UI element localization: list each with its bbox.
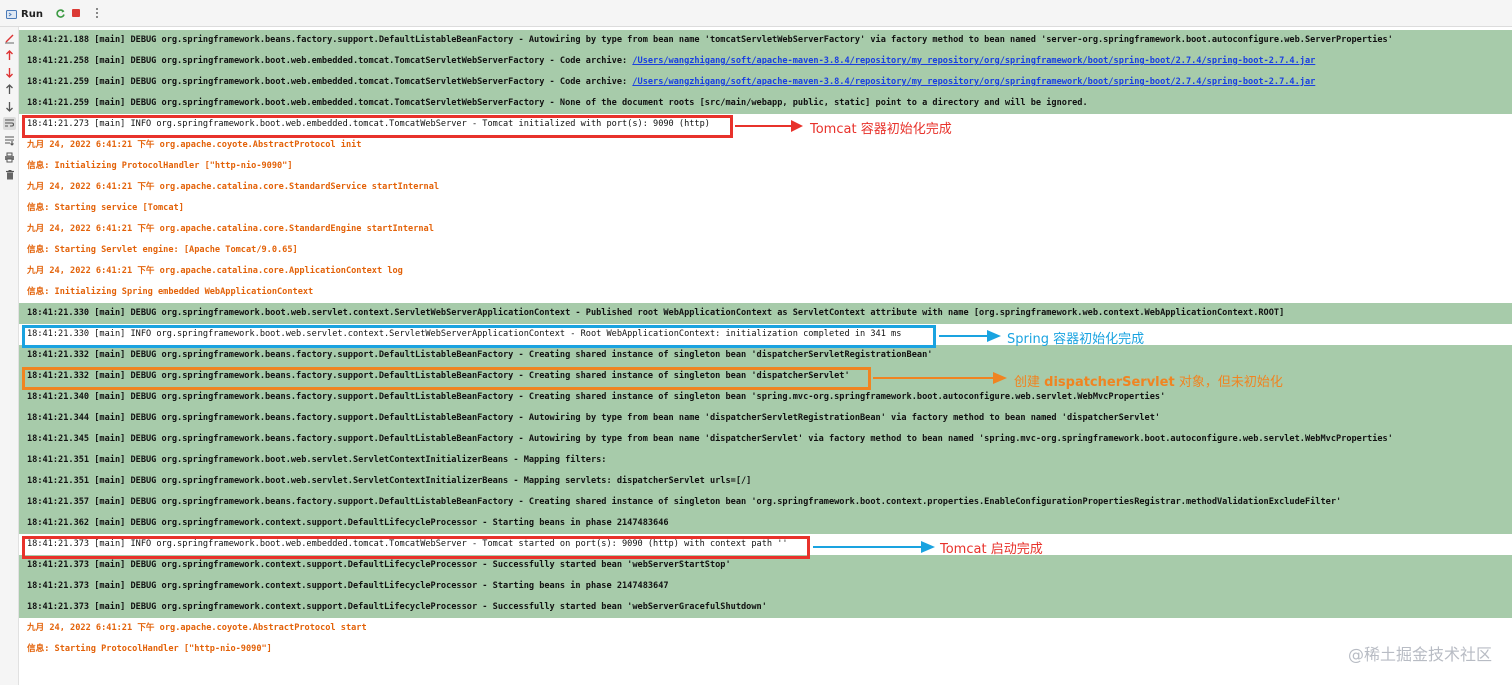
highlight-spring-init	[22, 325, 936, 348]
log-text: 18:41:21.373 [main] DEBUG org.springfram…	[27, 602, 767, 612]
log-line: 18:41:21.357 [main] DEBUG org.springfram…	[19, 492, 1512, 513]
log-line: 18:41:21.345 [main] DEBUG org.springfram…	[19, 429, 1512, 450]
code-archive-link[interactable]: /Users/wangzhigang/soft/apache-maven-3.8…	[632, 56, 1315, 66]
run-icon	[6, 5, 17, 24]
log-text: 18:41:21.344 [main] DEBUG org.springfram…	[27, 413, 1161, 423]
annotation-dispatcher-pre: 创建	[1014, 375, 1045, 390]
log-text: 18:41:21.345 [main] DEBUG org.springfram…	[27, 434, 1393, 444]
log-line: 九月 24, 2022 6:41:21 下午 org.apache.catali…	[19, 177, 1512, 198]
log-text: 18:41:21.351 [main] DEBUG org.springfram…	[27, 476, 752, 486]
log-line: 18:41:21.362 [main] DEBUG org.springfram…	[19, 513, 1512, 534]
log-line: 18:41:21.188 [main] DEBUG org.springfram…	[19, 30, 1512, 51]
log-text: 18:41:21.373 [main] DEBUG org.springfram…	[27, 581, 669, 591]
annotation-dispatcher-post: 对象，但未初始化	[1174, 375, 1283, 390]
scroll-to-end-icon[interactable]	[3, 134, 16, 147]
log-text: 18:41:21.330 [main] DEBUG org.springfram…	[27, 308, 1285, 318]
log-text: 信息: Starting service [Tomcat]	[27, 203, 184, 213]
log-text: 18:41:21.259 [main] DEBUG org.springfram…	[27, 77, 633, 87]
log-text: 18:41:21.332 [main] DEBUG org.springfram…	[27, 350, 933, 360]
log-line: 九月 24, 2022 6:41:21 下午 org.apache.coyote…	[19, 135, 1512, 156]
log-text: 九月 24, 2022 6:41:21 下午 org.apache.coyote…	[27, 140, 362, 150]
down-icon[interactable]	[3, 100, 16, 113]
log-text: 信息: Initializing Spring embedded WebAppl…	[27, 287, 314, 297]
trash-icon[interactable]	[3, 168, 16, 181]
annotation-spring-init: Spring 容器初始化完成	[1007, 332, 1145, 347]
watermark: @稀土掘金技术社区	[1347, 645, 1492, 664]
log-line: 18:41:21.259 [main] DEBUG org.springfram…	[19, 93, 1512, 114]
down-red-icon[interactable]	[3, 66, 16, 79]
log-text: 18:41:21.259 [main] DEBUG org.springfram…	[27, 98, 1088, 108]
annotation-dispatcher-bold: dispatcherServlet	[1044, 375, 1175, 390]
log-line: 信息: Initializing Spring embedded WebAppl…	[19, 282, 1512, 303]
print-icon[interactable]	[3, 151, 16, 164]
log-text: 18:41:21.340 [main] DEBUG org.springfram…	[27, 392, 1166, 402]
run-tab-label: Run	[21, 9, 43, 20]
arrow-tomcat-init	[735, 120, 803, 132]
rerun-icon[interactable]	[54, 7, 66, 19]
log-text: 信息: Starting Servlet engine: [Apache Tom…	[27, 245, 298, 255]
soft-wrap-icon[interactable]	[3, 117, 16, 130]
arrow-spring-init	[939, 330, 1001, 342]
log-line: 18:41:21.332 [main] DEBUG org.springfram…	[19, 345, 1512, 366]
log-line: 18:41:21.373 [main] DEBUG org.springfram…	[19, 576, 1512, 597]
log-text: 九月 24, 2022 6:41:21 下午 org.apache.catali…	[27, 224, 434, 234]
arrow-dispatcher	[873, 372, 1007, 384]
annotation-tomcat-init: Tomcat 容器初始化完成	[810, 122, 952, 137]
up-red-icon[interactable]	[3, 49, 16, 62]
clear-icon[interactable]	[3, 32, 16, 45]
log-text: 九月 24, 2022 6:41:21 下午 org.apache.catali…	[27, 182, 440, 192]
log-line: 信息: Starting service [Tomcat]	[19, 198, 1512, 219]
run-toolbar: Run	[0, 0, 1512, 27]
annotation-dispatcher: 创建 dispatcherServlet 对象，但未初始化	[1014, 371, 1283, 390]
log-line: 18:41:21.351 [main] DEBUG org.springfram…	[19, 471, 1512, 492]
log-line: 信息: Initializing ProtocolHandler ["http-…	[19, 156, 1512, 177]
annotation-tomcat-started: Tomcat 启动完成	[940, 542, 1043, 557]
log-text: 18:41:21.373 [main] DEBUG org.springfram…	[27, 560, 731, 570]
log-line: 18:41:21.330 [main] DEBUG org.springfram…	[19, 303, 1512, 324]
highlight-dispatcher	[22, 367, 871, 390]
log-line: 九月 24, 2022 6:41:21 下午 org.apache.coyote…	[19, 618, 1512, 639]
log-text: 18:41:21.362 [main] DEBUG org.springfram…	[27, 518, 669, 528]
code-archive-link[interactable]: /Users/wangzhigang/soft/apache-maven-3.8…	[632, 77, 1315, 87]
log-text: 九月 24, 2022 6:41:21 下午 org.apache.catali…	[27, 266, 403, 276]
more-icon[interactable]	[91, 7, 103, 19]
log-line: 九月 24, 2022 6:41:21 下午 org.apache.catali…	[19, 219, 1512, 240]
run-tab[interactable]: Run	[6, 5, 43, 24]
stop-icon[interactable]	[70, 7, 82, 19]
log-line: 18:41:21.258 [main] DEBUG org.springfram…	[19, 51, 1512, 72]
log-line: 九月 24, 2022 6:41:21 下午 org.apache.catali…	[19, 261, 1512, 282]
console-sidebar	[0, 27, 19, 685]
log-line: 18:41:21.351 [main] DEBUG org.springfram…	[19, 450, 1512, 471]
log-line: 18:41:21.340 [main] DEBUG org.springfram…	[19, 387, 1512, 408]
log-line: 18:41:21.373 [main] DEBUG org.springfram…	[19, 597, 1512, 618]
up-icon[interactable]	[3, 83, 16, 96]
arrow-tomcat-started	[813, 541, 935, 553]
log-text: 信息: Starting ProtocolHandler ["http-nio-…	[27, 644, 272, 654]
log-line: 信息: Starting ProtocolHandler ["http-nio-…	[19, 639, 1512, 660]
log-text: 信息: Initializing ProtocolHandler ["http-…	[27, 161, 293, 171]
log-line: 18:41:21.259 [main] DEBUG org.springfram…	[19, 72, 1512, 93]
highlight-tomcat-init	[22, 115, 733, 138]
log-text: 18:41:21.188 [main] DEBUG org.springfram…	[27, 35, 1393, 45]
log-line: 18:41:21.344 [main] DEBUG org.springfram…	[19, 408, 1512, 429]
log-text: 18:41:21.258 [main] DEBUG org.springfram…	[27, 56, 633, 66]
log-text: 18:41:21.351 [main] DEBUG org.springfram…	[27, 455, 607, 465]
highlight-tomcat-started	[22, 536, 810, 559]
log-text: 18:41:21.357 [main] DEBUG org.springfram…	[27, 497, 1342, 507]
log-text: 九月 24, 2022 6:41:21 下午 org.apache.coyote…	[27, 623, 367, 633]
log-line: 信息: Starting Servlet engine: [Apache Tom…	[19, 240, 1512, 261]
